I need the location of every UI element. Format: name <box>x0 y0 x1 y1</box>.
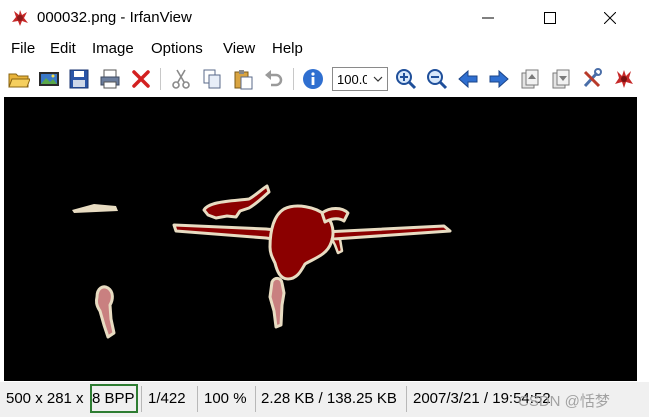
menu-bar: File Edit Image Options View Help <box>0 37 649 61</box>
page-up-button[interactable] <box>518 67 542 91</box>
right-edge-strip <box>637 97 649 381</box>
thumbnails-button[interactable] <box>37 67 61 91</box>
paste-icon <box>234 70 253 90</box>
watermark: CSDN @恬梦 <box>518 393 610 410</box>
irfanview-devil-icon <box>12 10 28 26</box>
window-title: 000032.png - IrfanView <box>37 9 192 26</box>
previous-icon <box>458 69 478 89</box>
previous-button[interactable] <box>456 67 480 91</box>
zoom-out-button[interactable] <box>425 67 449 91</box>
next-button[interactable] <box>487 67 511 91</box>
copy-button[interactable] <box>200 67 224 91</box>
status-bar: 500 x 281 x 8 BPP 1/422 100 % 2.28 KB / … <box>0 382 649 417</box>
irfanview-devil-icon <box>615 70 633 88</box>
info-icon <box>303 69 323 89</box>
open-button[interactable] <box>7 67 31 91</box>
status-index: 1/422 <box>148 390 186 407</box>
title-bar: 000032.png - IrfanView <box>0 0 649 36</box>
info-button[interactable] <box>301 67 325 91</box>
zoom-in-icon <box>396 69 417 90</box>
delete-icon <box>132 70 150 88</box>
menu-image[interactable]: Image <box>92 40 134 57</box>
status-zoom: 100 % <box>204 390 247 407</box>
settings-button[interactable] <box>580 67 604 91</box>
image-canvas[interactable] <box>4 97 637 381</box>
delete-button[interactable] <box>129 67 153 91</box>
print-button[interactable] <box>98 67 122 91</box>
save-button[interactable] <box>67 67 91 91</box>
maximize-icon <box>544 12 556 24</box>
about-button[interactable] <box>612 67 636 91</box>
cut-icon <box>172 69 190 89</box>
zoom-out-icon <box>427 69 448 90</box>
thumbnails-icon <box>39 72 59 86</box>
menu-options[interactable]: Options <box>151 40 203 57</box>
print-icon <box>100 69 120 89</box>
status-separator <box>197 386 198 412</box>
menu-view[interactable]: View <box>223 40 255 57</box>
toolbar: 100.0 <box>0 62 649 96</box>
close-button[interactable] <box>587 0 633 36</box>
status-separator <box>255 386 256 412</box>
next-icon <box>489 69 509 89</box>
toolbar-separator <box>160 68 161 90</box>
copy-icon <box>203 69 221 89</box>
undo-button[interactable] <box>262 67 286 91</box>
menu-file[interactable]: File <box>11 40 35 57</box>
segmentation-mask-image <box>72 184 452 339</box>
status-dimensions: 500 x 281 x <box>6 390 84 407</box>
maximize-button[interactable] <box>527 0 573 36</box>
save-icon <box>69 69 89 89</box>
chevron-down-icon <box>373 76 383 82</box>
status-separator <box>141 386 142 412</box>
status-separator <box>406 386 407 412</box>
settings-icon <box>583 68 602 88</box>
zoom-select[interactable]: 100.0 <box>332 67 388 91</box>
cut-button[interactable] <box>169 67 193 91</box>
status-bpp: 8 BPP <box>92 390 135 407</box>
open-folder-icon <box>8 73 30 88</box>
minimize-icon <box>482 17 494 19</box>
menu-help[interactable]: Help <box>272 40 303 57</box>
toolbar-separator <box>293 68 294 90</box>
page-up-icon <box>521 69 539 89</box>
status-size: 2.28 KB / 138.25 KB <box>261 390 397 407</box>
minimize-button[interactable] <box>465 0 511 36</box>
close-icon <box>604 12 616 24</box>
paste-button[interactable] <box>231 67 255 91</box>
page-down-button[interactable] <box>549 67 573 91</box>
undo-icon <box>265 70 283 87</box>
zoom-value: 100.0 <box>337 72 367 87</box>
menu-edit[interactable]: Edit <box>50 40 76 57</box>
zoom-in-button[interactable] <box>394 67 418 91</box>
page-down-icon <box>552 69 570 89</box>
